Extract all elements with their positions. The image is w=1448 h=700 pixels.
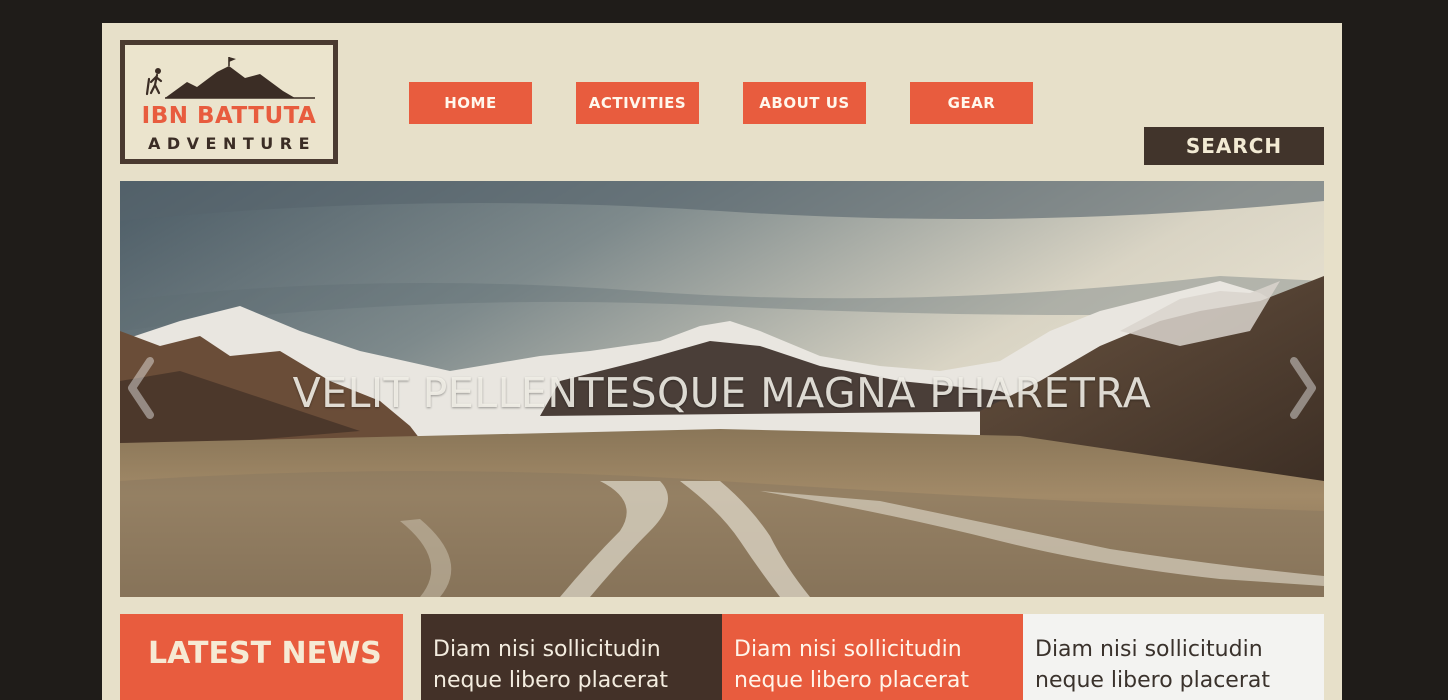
news-card-line: Diam nisi sollicitudin bbox=[433, 637, 661, 662]
news-card-line: Diam nisi sollicitudin bbox=[734, 637, 962, 662]
page-container: IBN BATTUTA ADVENTURE HOME ACTIVITIES AB… bbox=[102, 23, 1342, 700]
logo-title: IBN BATTUTA bbox=[141, 103, 317, 129]
news-card-line: Diam nisi sollicitudin bbox=[1035, 637, 1263, 662]
news-card-line: neque libero placerat bbox=[734, 668, 969, 693]
nav-home-button[interactable]: HOME bbox=[409, 82, 532, 124]
nav-gear-button[interactable]: GEAR bbox=[910, 82, 1033, 124]
news-card[interactable]: Diam nisi sollicitudin neque libero plac… bbox=[722, 614, 1023, 700]
logo-subtitle: ADVENTURE bbox=[147, 134, 317, 153]
news-card[interactable]: Diam nisi sollicitudin neque libero plac… bbox=[421, 614, 722, 700]
hero-slider: VELIT PELLENTESQUE MAGNA PHARETRA bbox=[120, 181, 1324, 597]
search-button[interactable]: SEARCH bbox=[1144, 127, 1324, 165]
news-card-line: neque libero placerat bbox=[433, 668, 668, 693]
news-card[interactable]: Diam nisi sollicitudin neque libero plac… bbox=[1023, 614, 1324, 700]
latest-news-heading: LATEST NEWS bbox=[120, 614, 403, 700]
nav-activities-button[interactable]: ACTIVITIES bbox=[576, 82, 699, 124]
news-card-line: neque libero placerat bbox=[1035, 668, 1270, 693]
hero-caption: VELIT PELLENTESQUE MAGNA PHARETRA bbox=[292, 369, 1152, 417]
site-logo[interactable]: IBN BATTUTA ADVENTURE bbox=[120, 40, 338, 164]
nav-about-us-button[interactable]: ABOUT US bbox=[743, 82, 866, 124]
